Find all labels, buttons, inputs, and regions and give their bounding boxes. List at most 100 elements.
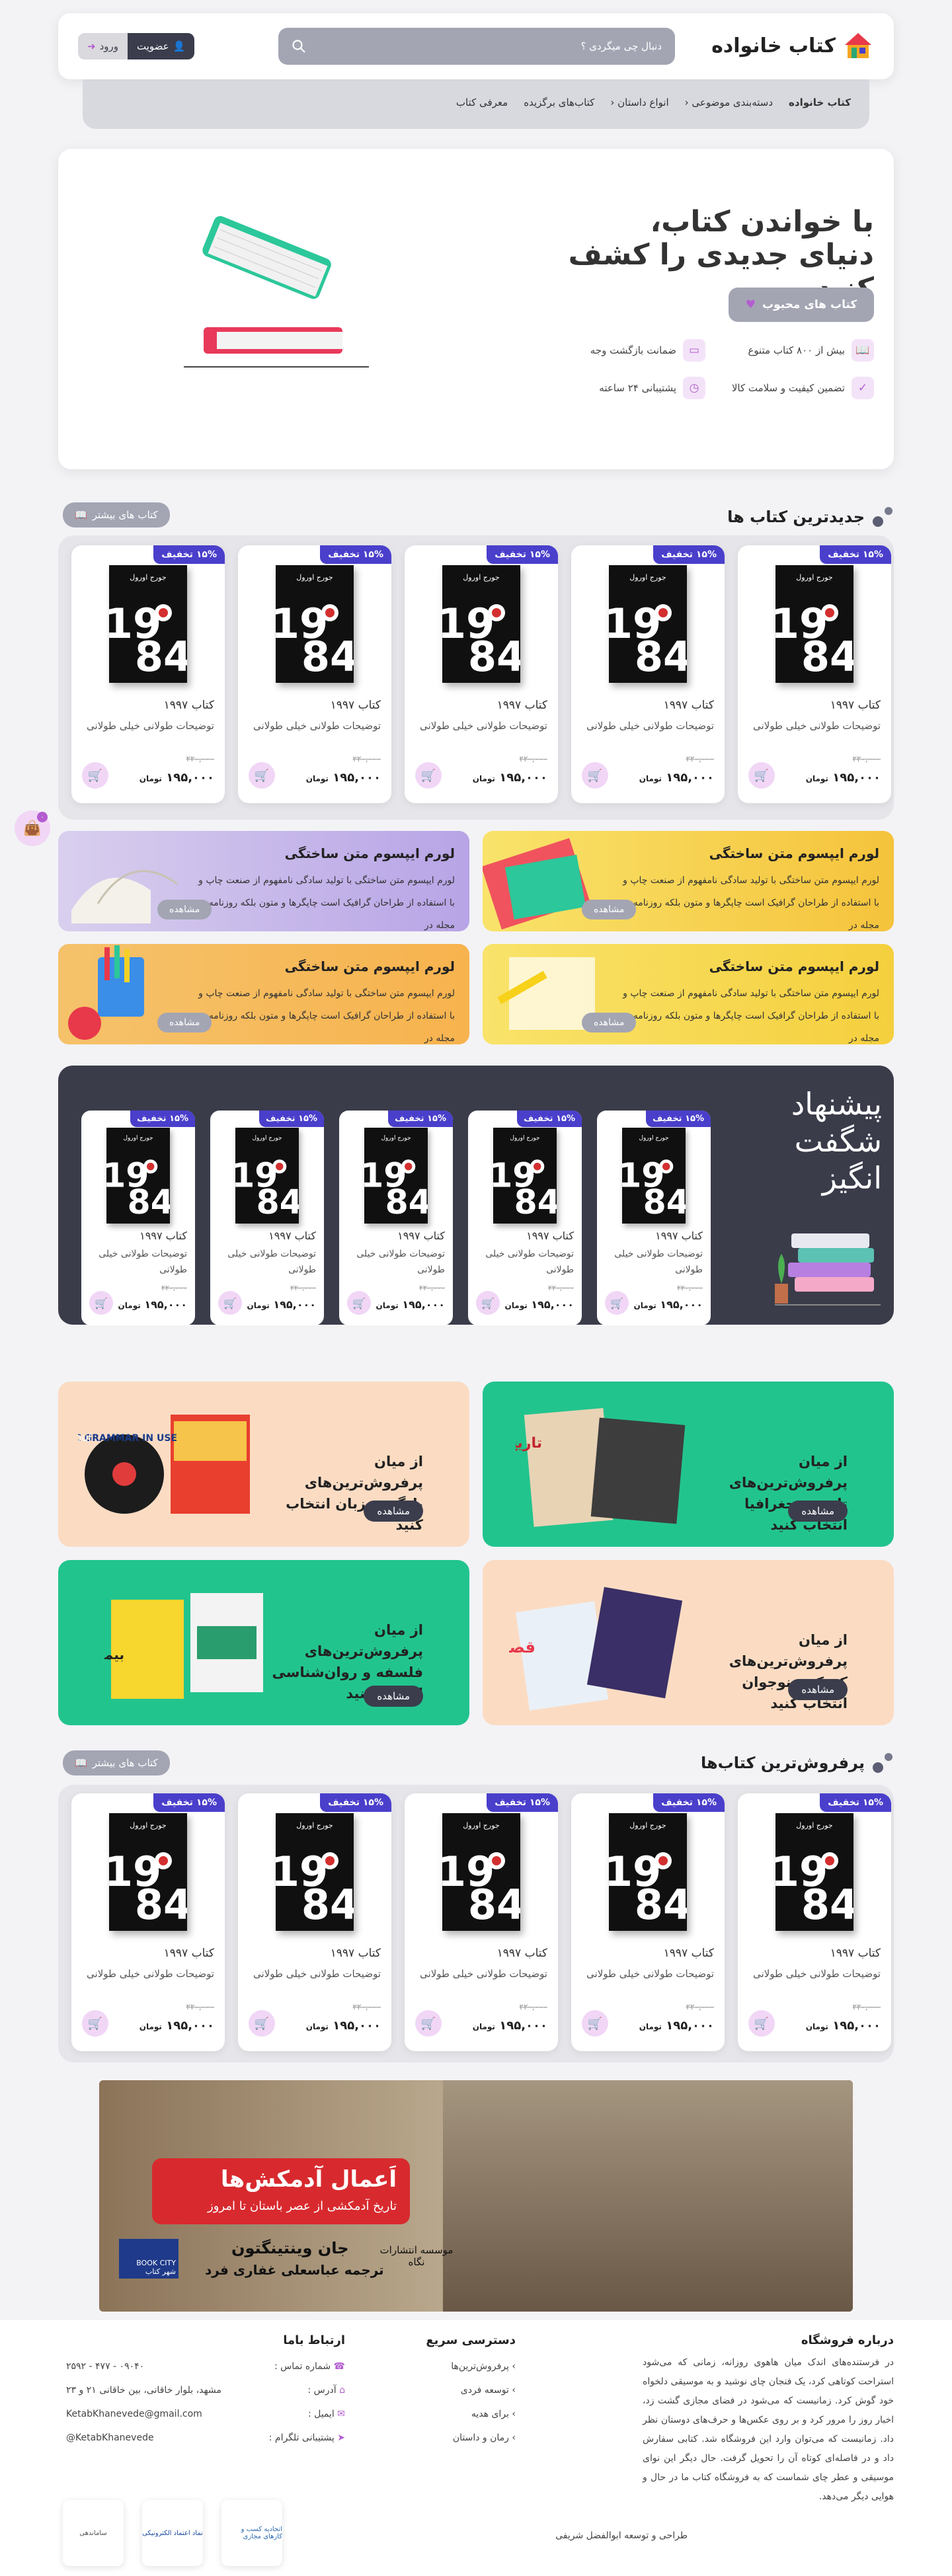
add-to-cart-button[interactable]: 🛒 <box>82 762 108 789</box>
product-name[interactable]: کتاب ۱۹۹۷ <box>331 1947 381 1960</box>
add-to-cart-button[interactable]: 🛒 <box>218 1291 242 1315</box>
book-cover[interactable]: جورج اورول 19 84 <box>618 1128 690 1224</box>
category-view-button[interactable]: مشاهده <box>788 1679 848 1700</box>
promo-banner-3[interactable]: لورم ایپسوم متن ساختگی لورم ایپسوم متن س… <box>483 944 894 1044</box>
promo-banner-2[interactable]: لورم ایپسوم متن ساختگی لورم ایپسوم متن س… <box>58 831 469 931</box>
product-card[interactable]: ۱۵% تخفیف جورج اورول 19 84 کتاب ۱۹۹۷ توضیحات … <box>738 545 891 803</box>
product-card[interactable]: ۱۵% تخفیف جورج اورول 19 84 کتاب ۱۹۹۷ توضیحات … <box>71 545 225 803</box>
product-card[interactable]: ۱۵% تخفیف جورج اورول 19 84 کتاب ۱۹۹۷ توضیحات … <box>405 545 558 803</box>
add-to-cart-button[interactable]: 🛒 <box>249 2010 275 2037</box>
product-card[interactable]: ۱۵% تخفیف جورج اورول 19 84 کتاب ۱۹۹۷ توضیحات … <box>468 1111 582 1325</box>
product-name[interactable]: کتاب ۱۹۹۷ <box>664 699 714 712</box>
bestsellers-more-button[interactable]: کتاب های بیشتر 📖 <box>63 1750 170 1776</box>
quick-link[interactable]: › پرفروش‌ترین‌ها <box>451 2355 516 2378</box>
product-name[interactable]: کتاب ۱۹۹۷ <box>139 1229 187 1242</box>
add-to-cart-button[interactable]: 🛒 <box>82 2010 108 2037</box>
product-name[interactable]: کتاب ۱۹۹۷ <box>497 699 547 712</box>
phone-value[interactable]: ۰۹۰۴۰ - ۴۷۷ - ۲۵۹۲ <box>66 2355 221 2378</box>
product-name[interactable]: کتاب ۱۹۹۷ <box>497 1947 547 1960</box>
add-to-cart-button[interactable]: 🛒 <box>249 762 275 789</box>
product-name[interactable]: کتاب ۱۹۹۷ <box>331 699 381 712</box>
product-name[interactable]: کتاب ۱۹۹۷ <box>164 699 214 712</box>
product-card[interactable]: ۱۵% تخفیف جورج اورول 19 84 کتاب ۱۹۹۷ توضیحات … <box>405 1793 558 2051</box>
product-card[interactable]: ۱۵% تخفیف جورج اورول 19 84 کتاب ۱۹۹۷ توضیحات … <box>571 1793 725 2051</box>
site-logo[interactable]: کتاب خانواده <box>711 30 874 61</box>
product-card[interactable]: ۱۵% تخفیف جورج اورول 19 84 کتاب ۱۹۹۷ توضیحات … <box>571 545 725 803</box>
popular-books-button[interactable]: کتاب های محبوب ♥ <box>729 288 874 322</box>
book-cover[interactable]: جورج اورول 19 84 <box>438 1813 525 1931</box>
product-card[interactable]: ۱۵% تخفیف جورج اورول 19 84 کتاب ۱۹۹۷ توضیحات … <box>238 545 391 803</box>
signup-button[interactable]: 👤 عضویت <box>128 33 195 59</box>
category-history[interactable]: تاریخ ایران مدرن از میان پرفروش‌ترین‌های… <box>483 1382 894 1547</box>
add-to-cart-button[interactable]: 🛒 <box>582 762 608 789</box>
category-philosophy[interactable]: بیماری از میان پرفروش‌ترین‌هایفلسفه و رو… <box>58 1560 469 1725</box>
product-card[interactable]: ۱۵% تخفیف جورج اورول 19 84 کتاب ۱۹۹۷ توضیحات … <box>81 1111 195 1325</box>
add-to-cart-button[interactable]: 🛒 <box>415 762 442 789</box>
promo-view-button[interactable]: مشاهده <box>157 900 212 919</box>
book-cover[interactable]: جورج اورول 19 84 <box>104 565 192 683</box>
book-cover[interactable]: جورج اورول 19 84 <box>604 565 692 683</box>
add-to-cart-button[interactable]: 🛒 <box>415 2010 442 2037</box>
add-to-cart-button[interactable]: 🛒 <box>347 1291 371 1315</box>
enamad-seal[interactable]: نماد اعتماد الکترونیکی <box>142 2500 203 2566</box>
book-cover[interactable]: جورج اورول 19 84 <box>231 1128 303 1224</box>
book-cover[interactable]: جورج اورول 19 84 <box>360 1128 432 1224</box>
nav-item-story-types[interactable]: انواع داستان ‹ <box>610 97 668 108</box>
promo-banner-1[interactable]: لورم ایپسوم متن ساختگی لورم ایپسوم متن س… <box>483 831 894 931</box>
nav-item-featured[interactable]: کتاب‌های برگزیده <box>524 97 594 108</box>
book-cover[interactable]: جورج اورول 19 84 <box>438 565 525 683</box>
product-name[interactable]: کتاب ۱۹۹۷ <box>655 1229 703 1242</box>
product-card[interactable]: ۱۵% تخفیف جورج اورول 19 84 کتاب ۱۹۹۷ توضیحات … <box>238 1793 391 2051</box>
product-card[interactable]: ۱۵% تخفیف جورج اورول 19 84 کتاب ۱۹۹۷ توضیحات … <box>339 1111 453 1325</box>
book-cover[interactable]: جورج اورول 19 84 <box>771 1813 858 1931</box>
product-name[interactable]: کتاب ۱۹۹۷ <box>830 1947 881 1960</box>
promo-view-button[interactable]: مشاهده <box>157 1013 212 1033</box>
product-card[interactable]: ۱۵% تخفیف جورج اورول 19 84 کتاب ۱۹۹۷ توضیحات … <box>738 1793 891 2051</box>
category-kids[interactable]: قصه‌ها از میان پرفروش‌ترین‌هایکودک و نوج… <box>483 1560 894 1725</box>
book-cover[interactable]: جورج اورول 19 84 <box>489 1128 561 1224</box>
nav-item-home[interactable]: کتاب خانواده <box>789 97 851 108</box>
book-cover[interactable]: جورج اورول 19 84 <box>271 565 358 683</box>
book-cover[interactable]: جورج اورول 19 84 <box>102 1128 174 1224</box>
category-view-button[interactable]: مشاهده <box>364 1501 423 1522</box>
add-to-cart-button[interactable]: 🛒 <box>748 2010 775 2037</box>
promo-view-button[interactable]: مشاهده <box>582 900 637 919</box>
union-seal[interactable]: اتحادیه کسب و کارهای مجازی <box>221 2500 282 2566</box>
add-to-cart-button[interactable]: 🛒 <box>582 2010 608 2037</box>
promo-view-button[interactable]: مشاهده <box>582 1013 637 1033</box>
email-value[interactable]: KetabKhanevede@gmail.com <box>66 2402 221 2426</box>
book-cover[interactable]: جورج اورول 19 84 <box>104 1813 192 1931</box>
category-view-button[interactable]: مشاهده <box>364 1686 423 1707</box>
product-name[interactable]: کتاب ۱۹۹۷ <box>268 1229 316 1242</box>
product-name[interactable]: کتاب ۱۹۹۷ <box>664 1947 714 1960</box>
samandehi-seal[interactable]: ساماندهی <box>63 2500 124 2566</box>
newest-more-button[interactable]: کتاب های بیشتر 📖 <box>63 502 170 527</box>
book-cover[interactable]: جورج اورول 19 84 <box>271 1813 358 1931</box>
search-icon[interactable] <box>292 39 306 54</box>
quick-link[interactable]: › توسعه فردی <box>451 2378 516 2402</box>
product-name[interactable]: کتاب ۱۹۹۷ <box>164 1947 214 1960</box>
product-name[interactable]: کتاب ۱۹۹۷ <box>526 1229 574 1242</box>
product-card[interactable]: ۱۵% تخفیف جورج اورول 19 84 کتاب ۱۹۹۷ توضیحات … <box>210 1111 324 1325</box>
featured-book-banner[interactable]: اَعمال آدمکش‌ها تاریخ آدمکشی از عصر باست… <box>99 2080 853 2312</box>
telegram-value[interactable]: @KetabKhanevede <box>66 2426 221 2450</box>
category-view-button[interactable]: مشاهده <box>788 1501 848 1522</box>
nav-item-categories[interactable]: دسته‌بندی موضوعی ‹ <box>685 97 773 108</box>
category-language[interactable]: BASIC GRAMMAR IN USE Istanbul از میان پر… <box>58 1382 469 1547</box>
quick-link[interactable]: › رمان و داستان <box>451 2426 516 2450</box>
login-button[interactable]: ورود ➜ <box>78 33 128 59</box>
floating-cart-button[interactable]: 👜 ۰ <box>15 810 50 846</box>
add-to-cart-button[interactable]: 🛒 <box>89 1291 113 1315</box>
book-cover[interactable]: جورج اورول 19 84 <box>771 565 858 683</box>
product-card[interactable]: ۱۵% تخفیف جورج اورول 19 84 کتاب ۱۹۹۷ توضیحات … <box>597 1111 711 1325</box>
quick-link[interactable]: › برای هدیه <box>451 2402 516 2426</box>
add-to-cart-button[interactable]: 🛒 <box>476 1291 500 1315</box>
nav-item-introduction[interactable]: معرفی کتاب <box>456 97 508 108</box>
product-card[interactable]: ۱۵% تخفیف جورج اورول 19 84 کتاب ۱۹۹۷ توضیحات … <box>71 1793 225 2051</box>
promo-banner-4[interactable]: لورم ایپسوم متن ساختگی لورم ایپسوم متن س… <box>58 944 469 1044</box>
book-cover[interactable]: جورج اورول 19 84 <box>604 1813 692 1931</box>
search-bar[interactable]: دنبال چی میگردی ؟ <box>278 28 675 65</box>
add-to-cart-button[interactable]: 🛒 <box>605 1291 629 1315</box>
product-name[interactable]: کتاب ۱۹۹۷ <box>830 699 881 712</box>
product-name[interactable]: کتاب ۱۹۹۷ <box>397 1229 445 1242</box>
